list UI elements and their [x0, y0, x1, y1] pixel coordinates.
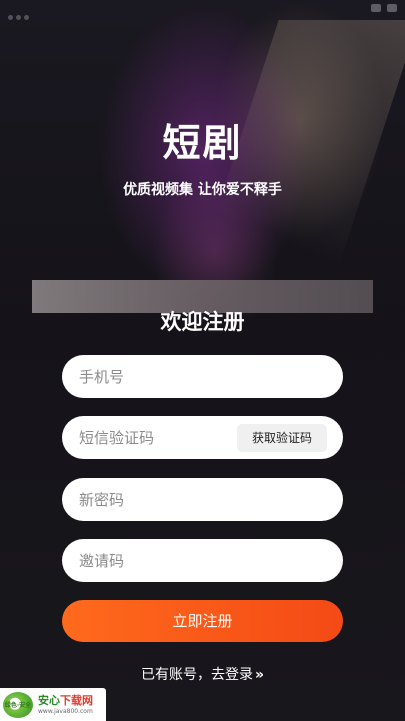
status-system-icons	[371, 4, 397, 12]
battery-icon	[387, 4, 397, 12]
watermark-url: www.java800.com	[38, 707, 93, 715]
sms-code-field[interactable]: 获取验证码	[62, 416, 343, 459]
app-title: 短剧	[162, 121, 243, 165]
status-notification-icons	[8, 5, 48, 20]
watermark-name: 安心下载网	[38, 693, 93, 707]
sms-code-input[interactable]	[79, 428, 249, 447]
login-link-text: 已有账号，去登录	[140, 667, 253, 683]
watermark-logo-text: 绿色·安全	[4, 702, 32, 709]
phone-input[interactable]	[79, 367, 249, 386]
status-bar	[0, 0, 405, 20]
invite-code-input[interactable]	[79, 551, 249, 570]
register-button[interactable]: 立即注册	[62, 600, 343, 642]
get-code-button[interactable]: 获取验证码	[237, 424, 327, 452]
new-password-field[interactable]	[62, 478, 343, 521]
app-slogan: 优质视频集 让你爱不释手	[123, 182, 282, 198]
invite-code-field[interactable]	[62, 539, 343, 582]
login-link[interactable]: 已有账号，去登录»	[0, 664, 405, 684]
watermark-logo: 绿色·安全	[3, 691, 33, 718]
double-chevron-right-icon: »	[254, 667, 265, 683]
welcome-heading: 欢迎注册	[160, 310, 245, 334]
wifi-icon	[371, 4, 381, 12]
watermark: 绿色·安全 安心下载网 www.java800.com	[0, 688, 106, 721]
new-password-input[interactable]	[79, 490, 249, 509]
phone-field[interactable]	[62, 355, 343, 398]
